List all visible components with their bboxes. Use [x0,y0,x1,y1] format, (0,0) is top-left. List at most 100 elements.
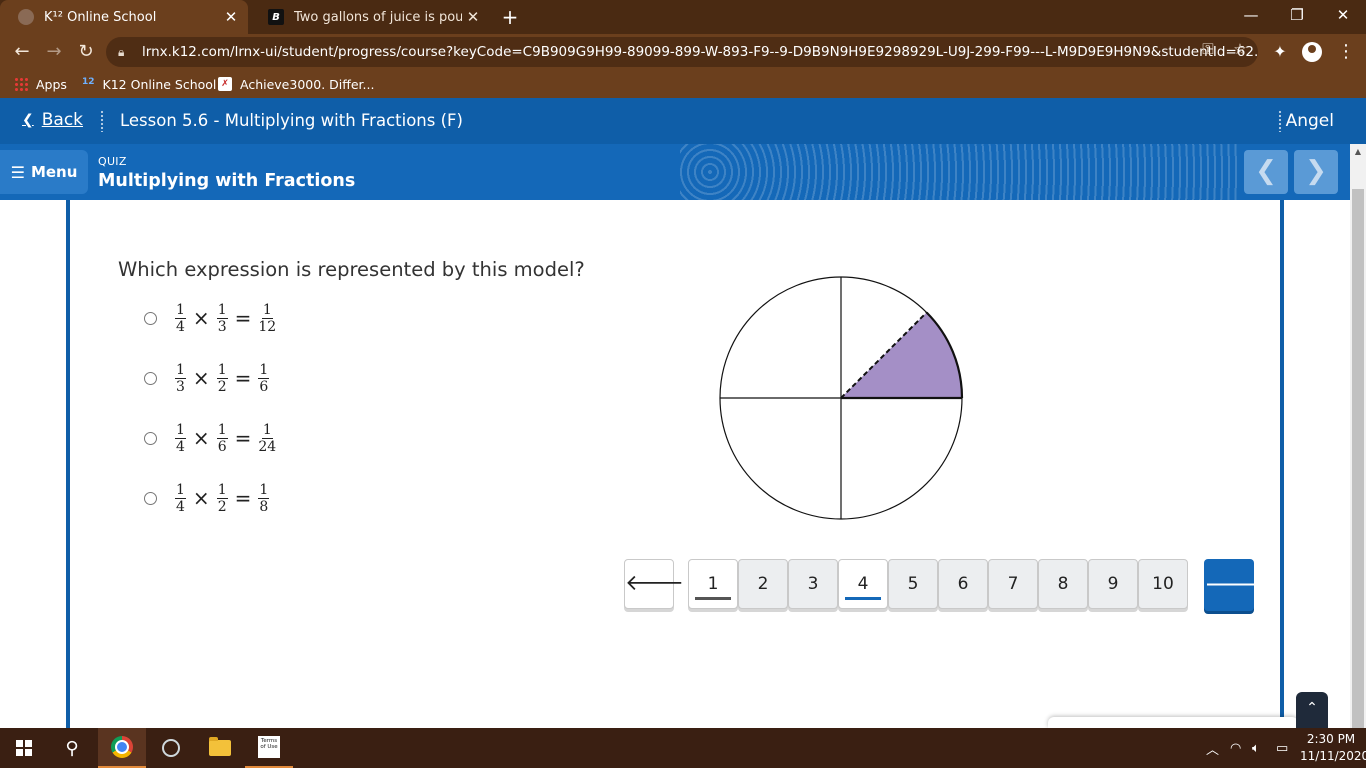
star-icon[interactable]: ☆ [1228,37,1252,61]
denominator: 24 [258,438,277,455]
close-window-icon[interactable]: ✕ [1320,0,1366,32]
equals-sign: = [234,486,252,510]
fraction-circle-model [719,276,964,520]
system-clock[interactable]: 2:30 PM 11/11/2020 [1300,731,1366,765]
windows-taskbar: ⚲ Terms of Use ︿ ◠ 🔈︎ ▭ 2:30 PM 11/11/20… [0,728,1366,768]
times-sign: × [192,486,210,510]
lesson-header: ❮ Back Lesson 5.6 - Multiplying with Fra… [0,98,1366,144]
restore-icon[interactable]: ❐ [1274,0,1320,32]
page-button-4[interactable]: 4 [838,559,888,609]
numerator: 1 [175,361,186,379]
page-button-5[interactable]: 5 [888,559,938,609]
numerator: 1 [261,421,273,439]
scrollbar-thumb[interactable] [1352,189,1364,733]
numerator: 1 [175,301,186,319]
answer-choice-2[interactable]: 1 3 × 1 2 = 1 6 [144,358,270,398]
page-button-10[interactable]: 10 [1138,559,1188,609]
page-button-8[interactable]: 8 [1038,559,1088,609]
page-button-3[interactable]: 3 [788,559,838,609]
scroll-up-icon[interactable]: ▲ [1350,144,1366,160]
times-sign: × [192,306,210,330]
profile-avatar-icon[interactable] [1302,42,1322,62]
denominator: 3 [217,318,227,335]
denominator: 2 [217,378,227,395]
extensions-icon[interactable]: ✦ [1266,38,1294,66]
taskbar-edge[interactable] [147,728,195,768]
equals-sign: = [234,426,252,450]
page-number: 7 [1007,574,1019,594]
show-hidden-icons[interactable]: ︿ [1206,728,1219,768]
answer-choice-4[interactable]: 1 4 × 1 2 = 1 8 [144,478,270,518]
expand-panel-icon[interactable]: ⌃ [1296,692,1328,728]
browser-toolbar: ← → ↻ 🔒︎ lrnx.k12.com/lrnx-ui/student/pr… [0,34,1366,70]
key-icon[interactable]: ⚿ [1196,37,1220,61]
back-link[interactable]: ❮ Back [22,110,83,130]
reload-icon[interactable]: ↻ [72,38,100,66]
minimize-icon[interactable]: — [1228,0,1274,32]
close-tab-icon[interactable]: ✕ [462,8,484,26]
page-scrollbar[interactable]: ▲ [1350,144,1366,733]
start-button[interactable] [0,728,48,768]
tab-two-gallons[interactable]: B Two gallons of juice is poured int ✕ [250,0,490,34]
battery-icon[interactable]: ▭ [1276,728,1288,768]
next-activity-button[interactable]: ❯ [1294,150,1338,194]
back-arrow-icon[interactable]: ← [8,38,36,66]
answer-choice-3[interactable]: 1 4 × 1 6 = 1 24 [144,418,276,458]
radio-button[interactable] [144,491,157,505]
search-icon[interactable]: ⚲ [48,728,96,768]
bookmark-achieve3000[interactable]: ✗ Achieve3000. Differ... [218,70,374,98]
page-button-1[interactable]: 1 [688,559,738,609]
student-name[interactable]: Angel [1286,111,1334,131]
answer-choice-1[interactable]: 1 4 × 1 3 = 1 12 [144,298,276,338]
quiz-content: Which expression is represented by this … [66,200,1284,728]
menu-button[interactable]: ☰ Menu [0,150,88,194]
new-tab-button[interactable]: + [498,5,522,29]
address-bar[interactable]: 🔒︎ lrnx.k12.com/lrnx-ui/student/progress… [106,37,1258,67]
taskbar-terms-of-use[interactable]: Terms of Use [245,728,293,768]
tab-k12-online-school[interactable]: K¹² Online School ✕ [0,0,248,34]
volume-icon[interactable]: 🔈︎ [1252,728,1260,768]
fraction: 16 [216,423,228,454]
brainly-icon: B [268,9,284,25]
forward-arrow-icon[interactable]: → [40,38,68,66]
close-tab-icon[interactable]: ✕ [220,8,242,26]
numerator: 1 [216,361,228,379]
current-page-indicator [845,597,881,600]
radio-button[interactable] [144,431,157,445]
previous-activity-button[interactable]: ❮ [1244,150,1288,194]
fraction: 1 12 [258,303,276,334]
page-number: 5 [907,574,919,594]
page-button-9[interactable]: 9 [1088,559,1138,609]
fraction: 12 [216,481,228,514]
numerator: 1 [216,481,228,499]
shaded-wedge [841,312,962,398]
taskbar-file-explorer[interactable] [196,728,244,768]
bookmark-k12[interactable]: 12 K12 Online School [82,70,216,98]
next-question-button[interactable]: 🡒 [1204,559,1268,611]
times-sign: × [192,366,210,390]
denominator: 12 [258,318,277,335]
radio-button[interactable] [144,311,157,325]
numerator: 1 [258,361,270,379]
taskbar-chrome[interactable] [98,728,146,768]
denominator: 3 [176,378,185,395]
fraction: 18 [258,483,270,514]
more-options-icon[interactable]: ⋮ [1336,38,1356,66]
page-button-2[interactable]: 2 [738,559,788,609]
page-number: 3 [807,574,819,594]
page-button-7[interactable]: 7 [988,559,1038,609]
browser-tab-strip: K¹² Online School ✕ B Two gallons of jui… [0,0,1366,34]
k12-icon: 12 [82,77,95,87]
question-prompt: Which expression is represented by this … [118,258,585,281]
fraction: 1 24 [258,423,276,454]
wifi-icon[interactable]: ◠ [1230,728,1241,768]
page-number: 9 [1107,574,1119,594]
radio-button[interactable] [144,371,157,385]
previous-question-button[interactable]: 🡐 [624,559,684,609]
bookmark-apps[interactable]: Apps [14,70,67,98]
collapsed-panel[interactable] [1048,717,1298,728]
quiz-bar: ☰ Menu QUIZ Multiplying with Fractions ❮… [0,144,1350,200]
page-button-6[interactable]: 6 [938,559,988,609]
page-number: 6 [957,574,969,594]
url-text: lrnx.k12.com/lrnx-ui/student/progress/co… [142,44,1258,60]
